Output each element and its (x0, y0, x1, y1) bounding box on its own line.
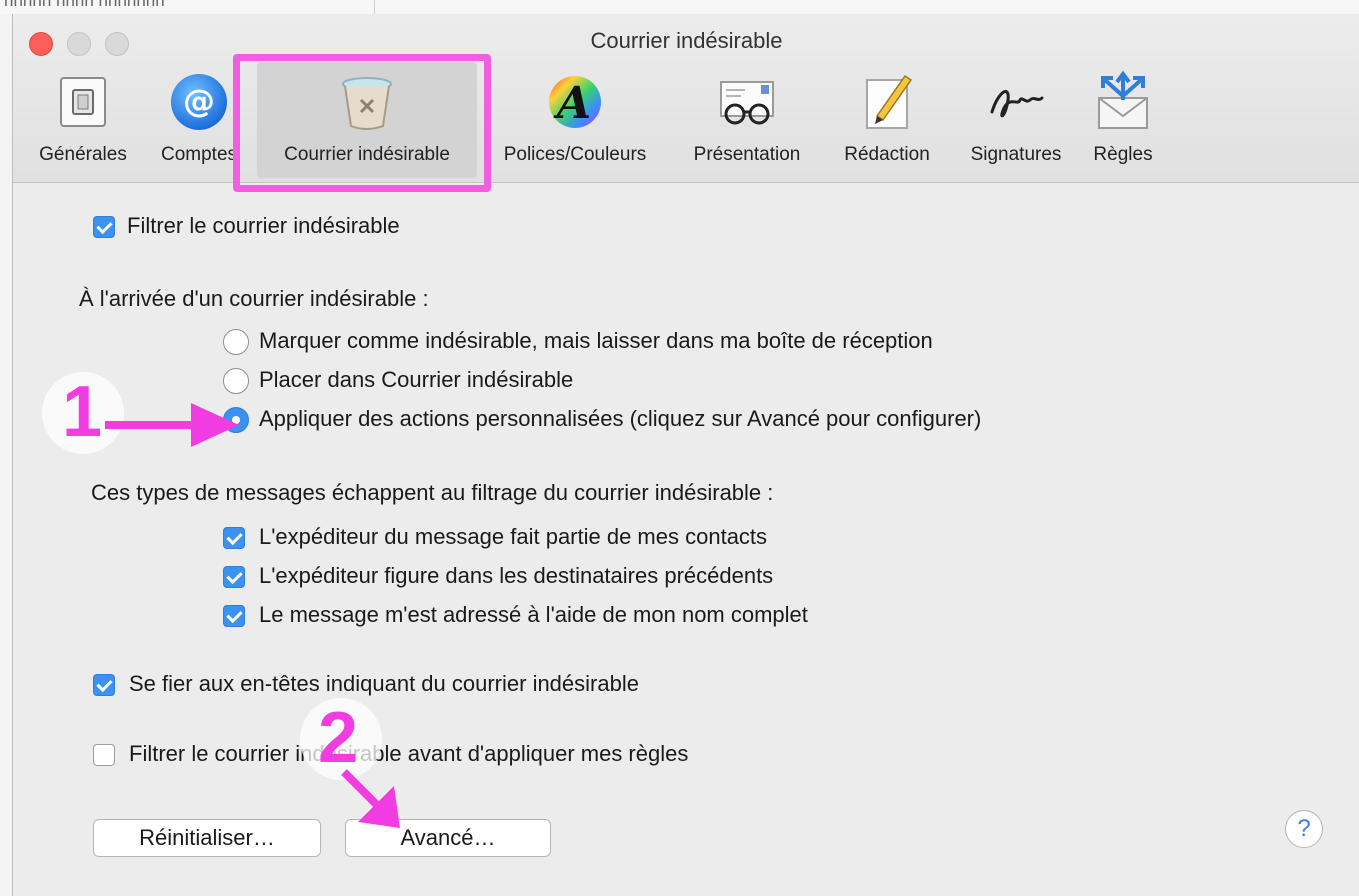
signature-icon (990, 89, 1044, 118)
trust-headers-checkbox[interactable] (93, 674, 115, 696)
filter-junk-label: Filtrer le courrier indésirable (127, 213, 400, 238)
preferences-window: Courrier indésirable Générales @ Comptes (12, 14, 1359, 896)
svg-text:@: @ (183, 82, 215, 120)
exempt-previous-recipients-label: L'expéditeur figure dans les destinatair… (259, 563, 774, 588)
exempt-previous-recipients-checkbox[interactable] (223, 566, 245, 588)
arrival-heading: À l'arrivée d'un courrier indésirable : (79, 286, 429, 311)
toolbar-label: Générales (39, 144, 127, 165)
radio-mark-as-junk-label: Marquer comme indésirable, mais laisser … (259, 328, 933, 353)
window-title: Courrier indésirable (590, 28, 783, 53)
radio-custom-actions-label: Appliquer des actions personnalisées (cl… (259, 406, 982, 431)
toolbar-item-signatures[interactable]: Signatures (953, 62, 1079, 178)
help-button[interactable]: ? (1285, 810, 1323, 848)
step-2-number: 2 (318, 698, 359, 778)
toolbar-item-polices-couleurs[interactable]: A Polices/Couleurs (487, 62, 663, 178)
toolbar-item-presentation[interactable]: Présentation (677, 62, 817, 178)
junk-mail-settings-panel: Filtrer le courrier indésirable À l'arri… (13, 183, 1359, 896)
exempt-contacts-checkbox[interactable] (223, 527, 245, 549)
exempt-contacts-label: L'expéditeur du message fait partie de m… (259, 524, 768, 549)
font-color-icon: A (549, 76, 601, 129)
svg-text:A: A (553, 78, 591, 129)
exempt-full-name-label: Le message m'est adressé à l'aide de mon… (259, 602, 808, 627)
radio-move-to-junk[interactable] (223, 368, 249, 394)
background-window-strip: nnnnn nnnn nnnnnnn (0, 0, 1359, 14)
envelope-arrows-icon (1098, 70, 1148, 129)
background-text: nnnnn nnnn nnnnnnn (4, 0, 165, 10)
trust-headers-label: Se fier aux en-têtes indiquant du courri… (129, 671, 639, 696)
toolbar-label: Polices/Couleurs (503, 144, 647, 165)
filter-before-rules-label: Filtrer le courrier indésirable avant d'… (129, 741, 689, 766)
highlight-box-annotation (233, 54, 491, 192)
step-1-number: 1 (62, 372, 103, 452)
exempt-heading: Ces types de messages échappent au filtr… (91, 480, 774, 505)
radio-mark-as-junk[interactable] (223, 329, 249, 355)
toolbar-item-redaction[interactable]: Rédaction (827, 62, 947, 178)
pencil-paper-icon (866, 74, 913, 129)
toolbar-label: Rédaction (844, 144, 930, 165)
toolbar-item-regles[interactable]: Règles (1083, 62, 1163, 178)
toolbar-label: Présentation (693, 144, 801, 165)
at-sign-icon: @ (171, 74, 227, 130)
background-divider (374, 0, 375, 14)
switch-icon (60, 77, 106, 127)
radio-move-to-junk-label: Placer dans Courrier indésirable (259, 367, 574, 392)
step-2-arrow-icon (341, 769, 400, 828)
step-1-arrow-icon (105, 403, 239, 447)
title-toolbar: Courrier indésirable Générales @ Comptes (13, 14, 1359, 192)
exempt-full-name-checkbox[interactable] (223, 605, 245, 627)
filter-junk-checkbox[interactable] (93, 216, 115, 238)
glasses-letter-icon (720, 81, 774, 125)
toolbar-label: Règles (1093, 144, 1153, 165)
reset-button[interactable]: Réinitialiser… (93, 819, 321, 857)
filter-before-rules-checkbox[interactable] (93, 744, 115, 766)
toolbar-item-generales[interactable]: Générales (27, 62, 139, 178)
toolbar-label: Signatures (970, 144, 1062, 165)
